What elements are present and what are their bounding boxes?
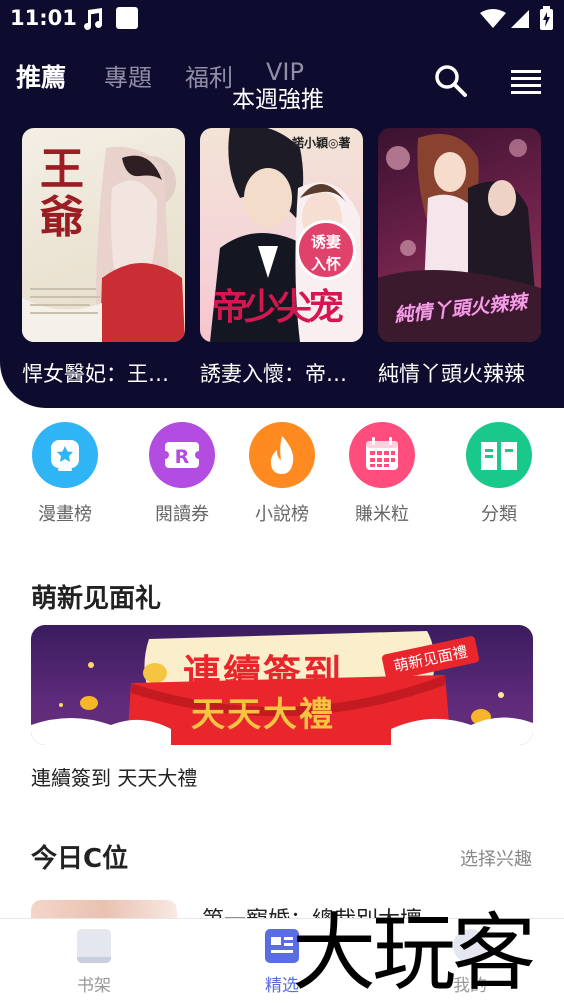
quick-link-label: 賺米粒 <box>355 504 409 525</box>
quick-link-reading-ticket[interactable]: R 閱讀券 <box>132 422 232 526</box>
today-c-heading: 今日C位 <box>31 844 129 874</box>
comic-icon <box>32 422 98 488</box>
cover-badge: 诱妻 入怀 <box>296 220 356 280</box>
status-time: 11:01 <box>10 6 77 30</box>
music-note-icon <box>84 8 103 30</box>
section-title: 本週強推 <box>232 87 324 113</box>
fire-icon <box>249 422 315 488</box>
cover-badge-top: 诱妻 <box>310 233 341 251</box>
bookshelf-icon <box>77 929 111 963</box>
book-cover[interactable]: 諾小穎◎著 诱妻 入怀 帝少尖宠 <box>200 128 363 342</box>
cover-title-text: 帝少尖宠 <box>212 287 344 328</box>
tab-recommend[interactable]: 推薦 <box>16 58 66 94</box>
signal-icon <box>511 10 529 28</box>
battery-icon <box>540 6 553 30</box>
quick-link-label: 小說榜 <box>255 504 309 525</box>
checkin-banner[interactable]: 連續簽到 天天大禮 萌新见面禮 <box>31 625 533 745</box>
quick-link-label: 分類 <box>481 504 517 525</box>
quick-link-novel-rank[interactable]: 小說榜 <box>232 422 332 526</box>
book-cover[interactable]: 純情丫頭火辣辣 <box>378 128 541 342</box>
featured-book-card[interactable]: 純情丫頭火辣辣 純情丫頭火辣辣 <box>378 128 541 388</box>
header-panel: 11:01 推薦 專題 福利 VIP 本週強推 王爺 悍女醫妃：王爺 諾小穎◎著… <box>0 0 564 408</box>
featured-book-card[interactable]: 王爺 悍女醫妃：王爺別惹火 <box>22 128 185 388</box>
svg-text:R: R <box>175 446 190 468</box>
ticket-icon: R <box>149 422 215 488</box>
welcome-gift-heading: 萌新见面礼 <box>31 584 162 614</box>
book-title[interactable]: 純情丫頭火辣辣 <box>378 358 536 388</box>
watermark: 大玩客 <box>292 904 538 998</box>
quick-link-label: 閱讀券 <box>155 504 209 525</box>
app-notification-icon <box>116 7 138 29</box>
cover-title-text: 王爺 <box>40 144 84 243</box>
book-title[interactable]: 悍女醫妃：王爺別惹火 <box>22 358 180 388</box>
nav-bookshelf[interactable]: 书架 <box>44 929 144 996</box>
checkin-caption[interactable]: 連續簽到 天天大禮 <box>31 762 197 791</box>
cover-badge-bottom: 入怀 <box>310 255 341 273</box>
tab-benefits[interactable]: 福利 <box>185 58 233 93</box>
featured-book-card[interactable]: 諾小穎◎著 诱妻 入怀 帝少尖宠 誘妻入懷：帝少尖寵 <box>200 128 363 388</box>
quick-link-comic-rank[interactable]: 漫畫榜 <box>15 422 115 526</box>
book-cover[interactable]: 王爺 <box>22 128 185 342</box>
status-bar: 11:01 <box>0 0 564 40</box>
watermark-text: 大玩客 <box>292 904 534 998</box>
search-icon[interactable] <box>434 64 468 98</box>
nav-label: 书架 <box>77 976 111 996</box>
cover-author-text: 諾小穎◎著 <box>292 136 351 150</box>
wifi-icon <box>480 9 506 28</box>
book-title[interactable]: 誘妻入懷：帝少尖寵 <box>200 358 358 388</box>
quick-link-category[interactable]: 分類 <box>449 422 549 526</box>
calendar-icon <box>349 422 415 488</box>
tab-topics[interactable]: 專題 <box>104 58 152 93</box>
choose-interest-link[interactable]: 选择兴趣 <box>460 845 532 871</box>
quick-link-earn-rice[interactable]: 賺米粒 <box>332 422 432 526</box>
banner-sub-text: 天天大禮 <box>191 695 335 735</box>
menu-icon[interactable] <box>510 68 542 96</box>
quick-link-label: 漫畫榜 <box>38 504 92 525</box>
book-icon <box>466 422 532 488</box>
